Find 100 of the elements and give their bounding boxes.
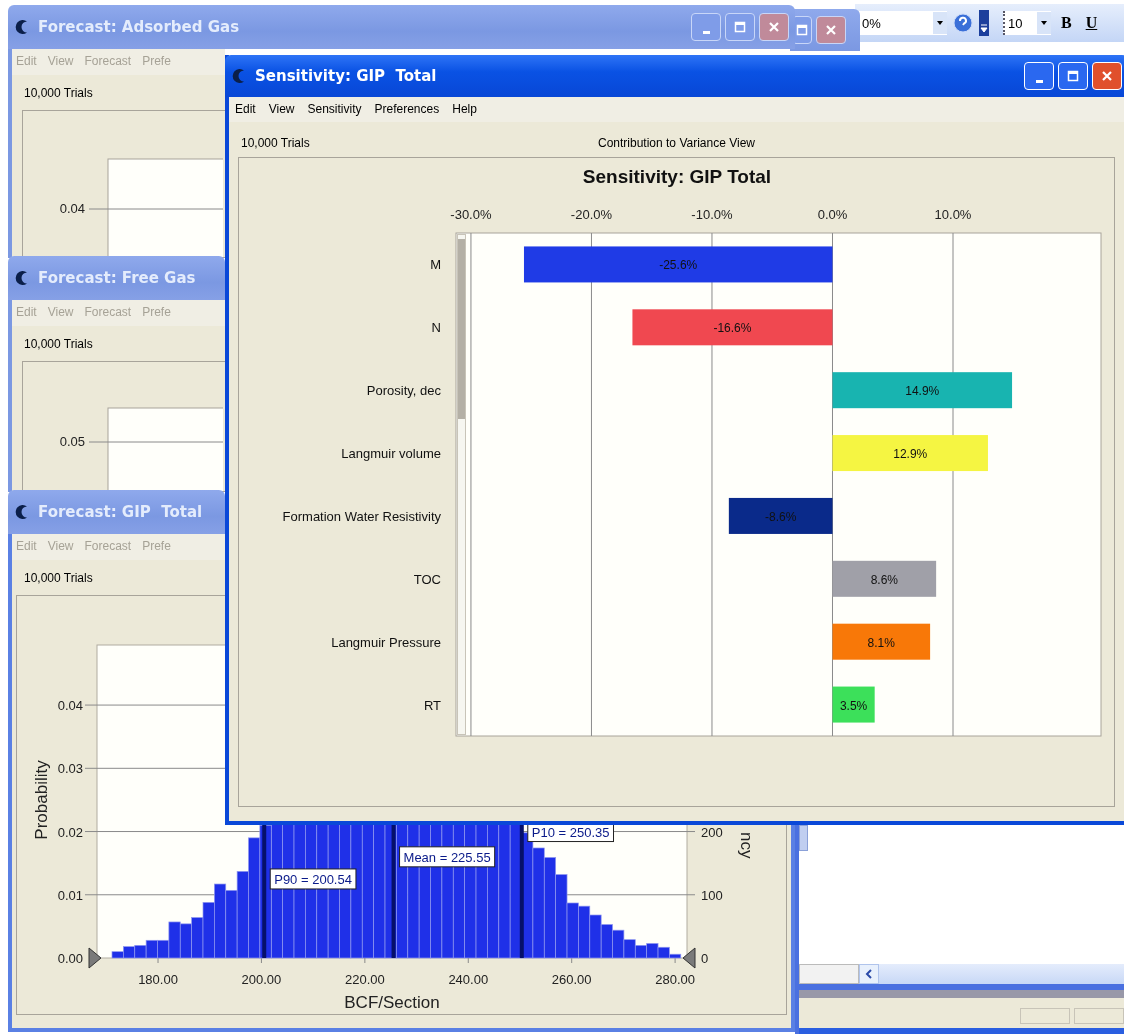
close-icon xyxy=(767,20,781,34)
menu-item[interactable]: View xyxy=(47,305,74,321)
status-panel xyxy=(1020,1008,1070,1024)
window-title: Forecast: Free Gas xyxy=(38,269,196,287)
annotation: Mean = 225.55 xyxy=(403,849,491,865)
menu-item[interactable]: Edit xyxy=(235,102,256,117)
axis-title: BCF/Section xyxy=(344,993,440,1012)
axis-label: 0.04 xyxy=(57,698,83,714)
menu-item[interactable]: View xyxy=(47,539,74,555)
menu-item[interactable]: Sensitivity xyxy=(307,102,362,117)
help-icon[interactable] xyxy=(953,13,973,33)
scrollbar[interactable] xyxy=(457,234,466,735)
maximize-icon xyxy=(733,20,747,34)
menu-item[interactable]: Forecast xyxy=(84,539,132,555)
menu-item[interactable]: Edit xyxy=(16,54,37,70)
menu-item[interactable]: View xyxy=(268,102,295,117)
trials-label: 10,000 Trials xyxy=(241,136,311,150)
axis-label: 100 xyxy=(701,887,723,903)
chevron-icon xyxy=(865,969,873,979)
axis-label: 240.00 xyxy=(448,972,489,987)
axis-label: 0.04 xyxy=(59,201,85,216)
scroll-left-button[interactable] xyxy=(859,964,879,984)
axis-label: 0.03 xyxy=(57,761,83,777)
value-label: 14.9% xyxy=(905,384,940,399)
menu-item[interactable]: Prefe xyxy=(142,54,171,70)
axis-title: Probability xyxy=(32,760,51,840)
toolbar-options-icon xyxy=(979,10,989,36)
value-label: -8.6% xyxy=(765,509,797,524)
category-label: TOC xyxy=(413,571,441,587)
menu-item[interactable]: Prefe xyxy=(142,305,171,321)
axis-label: 200 xyxy=(701,824,723,840)
close-icon xyxy=(1100,69,1114,83)
scrollbar[interactable] xyxy=(859,964,1124,984)
axis-label: 10.0% xyxy=(934,207,972,222)
axis-label: 0.00 xyxy=(57,951,83,966)
value-label: 12.9% xyxy=(893,447,928,462)
histogram-bar xyxy=(646,943,659,959)
histogram-bar xyxy=(145,939,158,959)
caret-icon xyxy=(936,20,944,26)
axis-label: -20.0% xyxy=(570,207,613,222)
bold-button[interactable]: B xyxy=(1057,14,1076,32)
histogram-bar xyxy=(179,923,192,959)
window-title: Forecast: Adsorbed Gas xyxy=(38,18,240,36)
histogram-bar xyxy=(600,924,613,959)
trials-label: 10,000 Trials xyxy=(24,571,93,585)
value-label: 8.1% xyxy=(867,635,895,650)
category-label: Langmuir Pressure xyxy=(331,634,441,650)
close-button[interactable] xyxy=(816,16,846,44)
dropdown-button[interactable] xyxy=(933,12,947,34)
category-label: N xyxy=(431,320,441,336)
font-size-field[interactable]: 10 xyxy=(1003,11,1051,35)
axis-label: 200.00 xyxy=(241,972,282,987)
window-title: Sensitivity: GIP Total xyxy=(255,67,437,85)
category-label: M xyxy=(430,257,441,273)
menu-item[interactable]: Forecast xyxy=(84,305,132,321)
annotation: P90 = 200.54 xyxy=(274,871,352,887)
axis-label: 180.00 xyxy=(138,972,178,987)
histogram-bar xyxy=(202,902,215,959)
scroll-thumb[interactable] xyxy=(799,825,808,851)
category-label: Porosity, dec xyxy=(366,383,441,399)
view-label: Contribution to Variance View xyxy=(598,136,755,150)
menu-item[interactable]: View xyxy=(47,54,74,70)
menu-item[interactable]: Prefe xyxy=(142,539,171,555)
menu-item[interactable]: Edit xyxy=(16,539,37,555)
maximize-icon xyxy=(1066,69,1080,83)
histogram-bar xyxy=(634,945,647,959)
value-label: 3.5% xyxy=(839,698,868,713)
value-label: -16.6% xyxy=(713,321,752,336)
value-label: -25.6% xyxy=(659,258,698,273)
range-handle-icon[interactable] xyxy=(88,947,102,969)
category-label: Formation Water Resistivity xyxy=(282,508,441,524)
close-icon xyxy=(824,23,838,37)
zoom-field[interactable]: 0% xyxy=(859,11,947,35)
menu-item[interactable]: Forecast xyxy=(84,54,132,70)
value-label: 8.6% xyxy=(870,572,898,587)
histogram-bar xyxy=(225,890,238,959)
menu-item[interactable]: Help xyxy=(452,102,477,117)
marker-label: Mean = 225.55 xyxy=(399,846,496,868)
axis-label: 280.00 xyxy=(655,972,695,987)
range-handle-icon[interactable] xyxy=(682,947,696,969)
menu-item[interactable]: Edit xyxy=(16,305,37,321)
dropdown-button[interactable] xyxy=(1037,12,1051,34)
window-title: Forecast: GIP Total xyxy=(38,503,203,521)
scroll-thumb[interactable] xyxy=(458,239,465,419)
axis-label: -10.0% xyxy=(691,207,733,222)
axis-label: 0.01 xyxy=(57,887,83,903)
axis-label: 220.00 xyxy=(344,972,385,987)
underline-button[interactable]: U xyxy=(1081,14,1102,32)
category-label: Langmuir volume xyxy=(341,446,441,462)
histogram-bar xyxy=(589,914,602,959)
menu-item[interactable]: Preferences xyxy=(374,102,440,117)
axis-label: 0.02 xyxy=(57,824,83,840)
axis-label: 0.05 xyxy=(59,434,85,449)
caret-icon xyxy=(1040,20,1048,26)
axis-title: ncy xyxy=(737,832,756,859)
histogram-bar xyxy=(134,945,147,959)
chart-title: Sensitivity: GIP Total xyxy=(582,166,772,187)
trials-label: 10,000 Trials xyxy=(24,337,93,351)
histogram-bar xyxy=(578,905,591,959)
axis-label: 0 xyxy=(701,951,709,966)
